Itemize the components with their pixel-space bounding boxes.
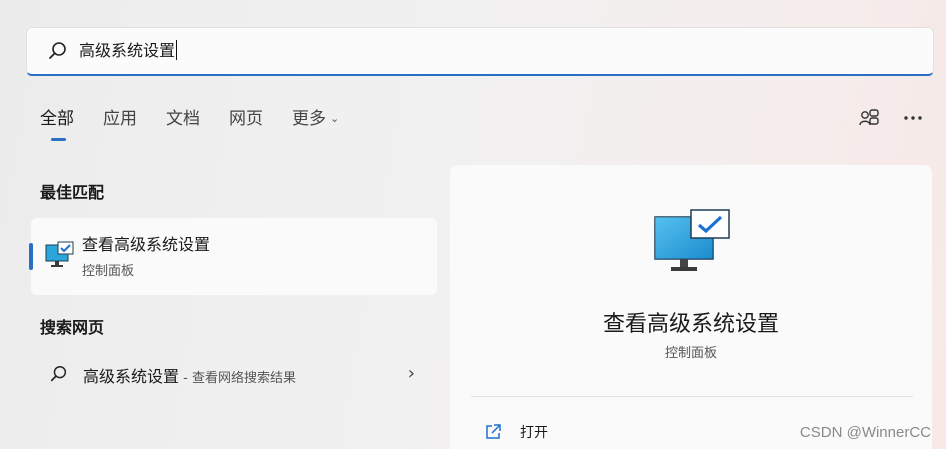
- best-match-subtitle: 控制面板: [82, 264, 135, 279]
- web-search-text: 高级系统设置 - 查看网络搜索结果: [83, 363, 296, 387]
- search-icon: [49, 42, 66, 59]
- best-match-title: 查看高级系统设置: [82, 235, 211, 254]
- more-options-icon[interactable]: [902, 106, 924, 130]
- chevron-right-icon: ›: [407, 363, 415, 384]
- share-icon-graphic: [859, 109, 879, 126]
- detail-subtitle: 控制面板: [664, 346, 717, 361]
- detail-panel: 查看高级系统设置 控制面板 打开: [450, 165, 932, 449]
- tab-all[interactable]: 全部: [40, 107, 74, 141]
- share-icon[interactable]: [858, 106, 880, 130]
- web-search-result[interactable]: 高级系统设置 - 查看网络搜索结果 ›: [31, 355, 437, 395]
- tab-more[interactable]: 更多 ⌄: [292, 107, 339, 137]
- open-external-icon[interactable]: [484, 423, 502, 441]
- search-icon: [50, 366, 67, 382]
- tab-apps[interactable]: 应用: [103, 107, 137, 137]
- monitor-check-icon: [45, 241, 74, 267]
- web-search-hint: - 查看网络搜索结果: [179, 371, 296, 386]
- watermark: CSDN @WinnerCC: [799, 424, 931, 441]
- divider: [471, 396, 913, 397]
- text-caret: [176, 40, 178, 60]
- chevron-down-icon: ⌄: [330, 112, 340, 125]
- web-search-query: 高级系统设置: [83, 367, 180, 386]
- selection-indicator: [29, 243, 33, 270]
- best-match-heading: 最佳匹配: [40, 183, 105, 202]
- tab-documents[interactable]: 文档: [166, 107, 200, 137]
- ellipsis-icon: [904, 116, 922, 120]
- web-search-heading: 搜索网页: [40, 318, 105, 337]
- monitor-check-icon: [654, 209, 730, 271]
- detail-title: 查看高级系统设置: [602, 312, 779, 337]
- best-match-item[interactable]: 查看高级系统设置 控制面板: [29, 218, 437, 295]
- search-text[interactable]: 高级系统设置: [79, 40, 178, 62]
- search-input[interactable]: 高级系统设置: [26, 27, 934, 76]
- tab-web[interactable]: 网页: [229, 107, 263, 137]
- open-action-button[interactable]: 打开: [520, 422, 548, 442]
- filter-tabs: 全部 应用 文档 网页 更多 ⌄: [40, 107, 368, 141]
